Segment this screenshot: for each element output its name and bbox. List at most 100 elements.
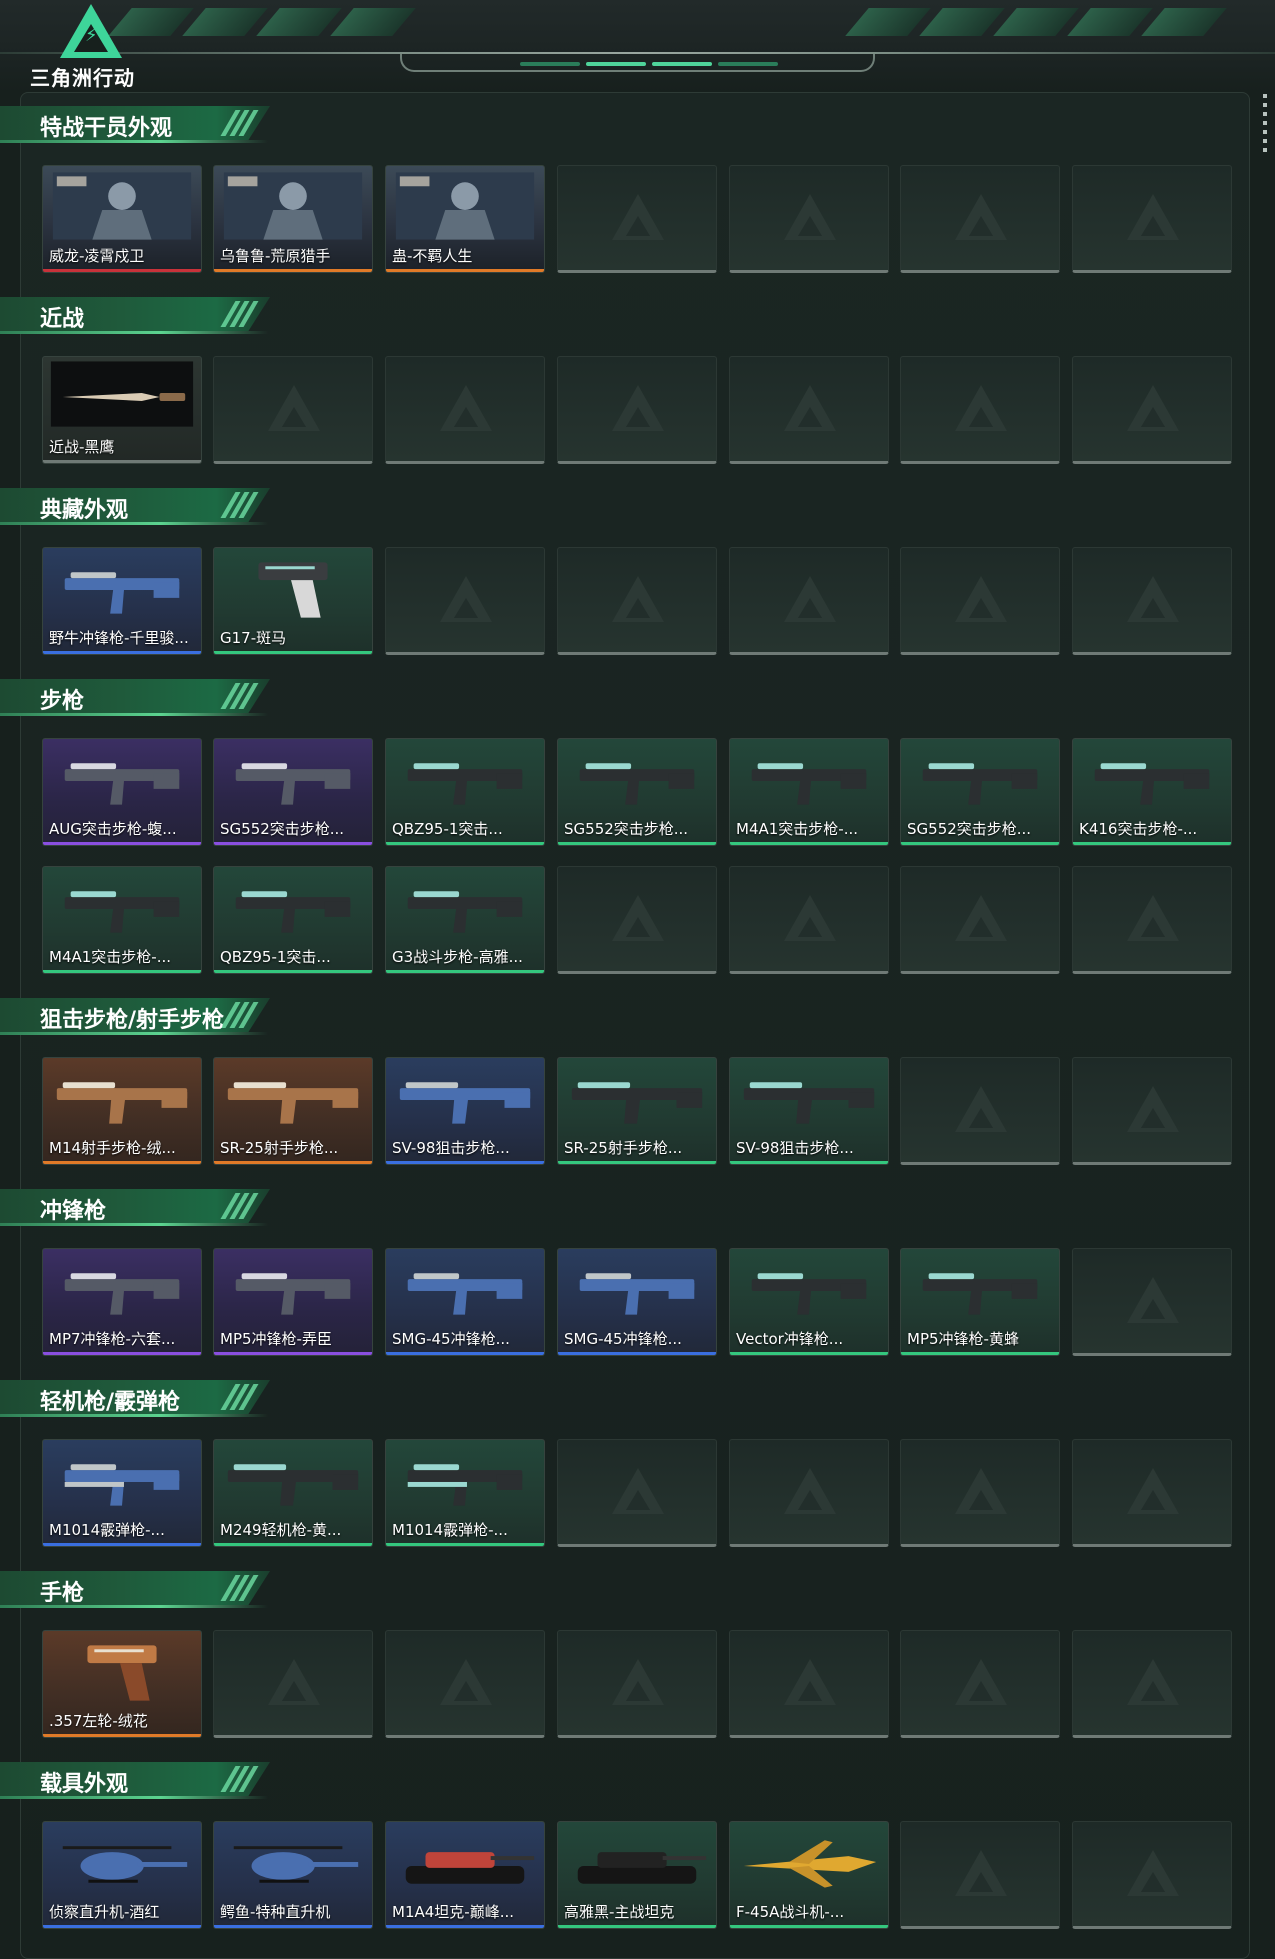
skin-card[interactable]: AUG突击步枪-蝮... <box>42 738 202 846</box>
skin-card[interactable]: SG552突击步枪... <box>213 738 373 846</box>
skin-card[interactable]: SV-98狙击步枪... <box>385 1057 545 1165</box>
skin-card[interactable]: SMG-45冲锋枪... <box>385 1248 545 1356</box>
empty-slot <box>729 165 889 273</box>
skin-name: 威龙-凌霄戍卫 <box>49 247 145 265</box>
skin-card[interactable]: F-45A战斗机-... <box>729 1821 889 1929</box>
section-title: 轻机枪/霰弹枪 <box>40 1390 181 1415</box>
empty-slot <box>900 356 1060 464</box>
skin-name: 近战-黑鹰 <box>49 438 115 456</box>
skin-card[interactable]: 鳄鱼-特种直升机 <box>213 1821 373 1929</box>
skin-card[interactable]: MP5冲锋枪-黄蜂 <box>900 1248 1060 1356</box>
skin-card[interactable]: SG552突击步枪... <box>900 738 1060 846</box>
section-header: 典藏外观 <box>0 482 280 526</box>
skin-card[interactable]: G3战斗步枪-高雅... <box>385 866 545 974</box>
empty-slot <box>385 356 545 464</box>
skin-card[interactable]: M14射手步枪-绒... <box>42 1057 202 1165</box>
rarity-bar <box>558 842 716 845</box>
skin-card[interactable]: QBZ95-1突击... <box>213 866 373 974</box>
skin-card[interactable]: M1A4坦克-巅峰... <box>385 1821 545 1929</box>
skin-card[interactable]: 近战-黑鹰 <box>42 356 202 464</box>
skin-name: M4A1突击步枪-... <box>736 820 859 838</box>
skin-card[interactable]: M4A1突击步枪-... <box>42 866 202 974</box>
skin-card[interactable]: SV-98狙击步枪... <box>729 1057 889 1165</box>
empty-slot <box>729 356 889 464</box>
helicopter-icon <box>233 1846 359 1883</box>
skin-name: F-45A战斗机-... <box>736 1903 845 1921</box>
skin-card[interactable]: M1014霰弹枪-... <box>42 1439 202 1547</box>
skin-card[interactable]: 侦察直升机-酒红 <box>42 1821 202 1929</box>
header-page-indicator <box>520 62 778 66</box>
skin-name: Vector冲锋枪... <box>736 1330 844 1348</box>
smg-icon <box>922 1273 1038 1315</box>
skin-card[interactable]: 乌鲁鲁-荒原猎手 <box>213 165 373 273</box>
section-title: 近战 <box>40 307 85 332</box>
skin-name: MP5冲锋枪-弄臣 <box>220 1330 332 1348</box>
skin-card[interactable]: SR-25射手步枪... <box>213 1057 373 1165</box>
skin-card[interactable]: 威龙-凌霄戍卫 <box>42 165 202 273</box>
skin-name: MP7冲锋枪-六套... <box>49 1330 176 1348</box>
skin-card[interactable]: SG552突击步枪... <box>557 738 717 846</box>
skin-card[interactable]: SR-25射手步枪... <box>557 1057 717 1165</box>
rarity-bar <box>558 1352 716 1355</box>
skin-card[interactable]: M249轻机枪-黄... <box>213 1439 373 1547</box>
skin-card[interactable]: 野牛冲锋枪-千里骏... <box>42 547 202 655</box>
rarity-bar <box>386 842 544 845</box>
empty-slot <box>1072 1630 1232 1738</box>
empty-slot <box>1072 1439 1232 1547</box>
sniper-icon <box>399 1082 531 1124</box>
skin-name: 侦察直升机-酒红 <box>49 1903 160 1921</box>
operator-skin-icon <box>395 172 535 240</box>
rarity-bar <box>43 1925 201 1928</box>
section-header: 冲锋枪 <box>0 1183 280 1227</box>
brand-name: 三角洲行动 <box>30 66 135 90</box>
skin-card[interactable]: G17-斑马 <box>213 547 373 655</box>
skin-name: M249轻机枪-黄... <box>220 1521 342 1539</box>
skin-name: 蛊-不羁人生 <box>392 247 473 265</box>
skin-card[interactable]: QBZ95-1突击... <box>385 738 545 846</box>
empty-slot <box>557 866 717 974</box>
rarity-bar <box>386 1352 544 1355</box>
rarity-bar <box>43 842 201 845</box>
empty-slot <box>1072 547 1232 655</box>
skin-card[interactable]: SMG-45冲锋枪... <box>557 1248 717 1356</box>
header-decor-right <box>845 8 1227 38</box>
section-title: 狙击步枪/射手步枪 <box>40 1008 225 1033</box>
section-title: 特战干员外观 <box>40 116 173 141</box>
section-header: 步枪 <box>0 673 280 717</box>
skin-name: SG552突击步枪... <box>907 820 1032 838</box>
skin-card[interactable]: MP5冲锋枪-弄臣 <box>213 1248 373 1356</box>
shotgun-icon <box>407 1464 523 1506</box>
smg-icon <box>64 1273 180 1315</box>
skin-card[interactable]: MP7冲锋枪-六套... <box>42 1248 202 1356</box>
empty-slot <box>1072 866 1232 974</box>
rarity-bar <box>214 651 372 654</box>
smg-icon <box>407 1273 523 1315</box>
skin-card[interactable]: K416突击步枪-... <box>1072 738 1232 846</box>
smg-icon <box>235 1273 351 1315</box>
skin-card[interactable]: .357左轮-绒花 <box>42 1630 202 1738</box>
skin-card[interactable]: M4A1突击步枪-... <box>729 738 889 846</box>
skin-card[interactable]: M1014霰弹枪-... <box>385 1439 545 1547</box>
skin-card[interactable]: Vector冲锋枪... <box>729 1248 889 1356</box>
empty-slot <box>1072 356 1232 464</box>
skin-name: SR-25射手步枪... <box>220 1139 339 1157</box>
section-header: 特战干员外观 <box>0 100 280 144</box>
skin-name: M14射手步枪-绒... <box>49 1139 176 1157</box>
section-title: 冲锋枪 <box>40 1199 107 1224</box>
skin-name: QBZ95-1突击... <box>392 820 503 838</box>
empty-slot <box>1072 165 1232 273</box>
rarity-bar <box>43 1734 201 1737</box>
smg-icon <box>64 572 180 614</box>
section-title: 典藏外观 <box>40 498 129 523</box>
empty-slot <box>900 866 1060 974</box>
skin-name: M1014霰弹枪-... <box>49 1521 165 1539</box>
empty-slot <box>1072 1057 1232 1165</box>
rarity-bar <box>43 1543 201 1546</box>
scrollbar[interactable] <box>1263 94 1267 156</box>
skin-card[interactable]: 蛊-不羁人生 <box>385 165 545 273</box>
rarity-bar <box>386 1161 544 1164</box>
section-title: 步枪 <box>40 689 85 714</box>
rarity-bar <box>214 842 372 845</box>
skin-card[interactable]: 高雅黑-主战坦克 <box>557 1821 717 1929</box>
rarity-bar <box>1073 842 1231 845</box>
